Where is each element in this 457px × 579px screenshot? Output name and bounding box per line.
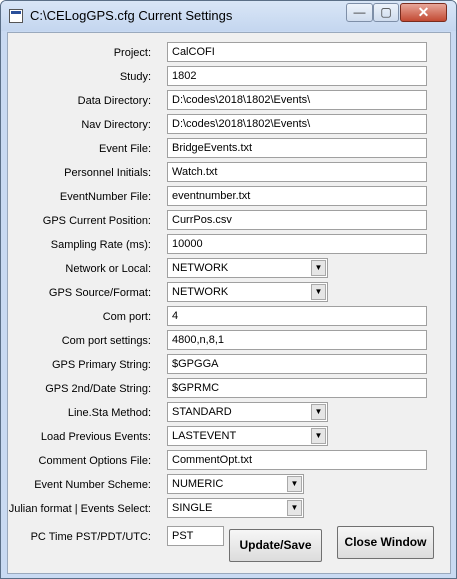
gps-2nd-date-string-field[interactable]: $GPRMC bbox=[167, 378, 427, 398]
load-previous-events-label: Load Previous Events: bbox=[40, 431, 151, 443]
settings-window: C:\CELogGPS.cfg Current Settings — ▢ ✕ P… bbox=[0, 0, 457, 579]
load-previous-events-select[interactable]: LASTEVENT ▼ bbox=[167, 426, 328, 446]
com-port-settings-field[interactable]: 4800,n,8,1 bbox=[167, 330, 427, 350]
line-sta-method-select[interactable]: STANDARD ▼ bbox=[167, 402, 328, 422]
chevron-down-icon[interactable]: ▼ bbox=[311, 428, 326, 444]
event-number-scheme-select[interactable]: NUMERIC ▼ bbox=[167, 474, 304, 494]
julian-events-select[interactable]: SINGLE ▼ bbox=[167, 498, 304, 518]
com-port-label: Com port: bbox=[102, 311, 151, 323]
chevron-down-icon[interactable]: ▼ bbox=[287, 500, 302, 516]
network-or-local-value: NETWORK bbox=[172, 262, 229, 274]
minimize-button[interactable]: — bbox=[346, 3, 373, 22]
gps-current-position-field[interactable]: CurrPos.csv bbox=[167, 210, 427, 230]
com-port-settings-label: Com port settings: bbox=[61, 335, 151, 347]
sampling-rate-field[interactable]: 10000 bbox=[167, 234, 427, 254]
julian-events-select-value: SINGLE bbox=[172, 502, 213, 514]
sampling-rate-label: Sampling Rate (ms): bbox=[50, 239, 151, 251]
event-file-label: Event File: bbox=[99, 143, 151, 155]
maximize-button[interactable]: ▢ bbox=[373, 3, 399, 22]
pc-time-field[interactable]: PST bbox=[167, 526, 224, 546]
gps-primary-string-field[interactable]: $GPGGA bbox=[167, 354, 427, 374]
julian-events-select-label: Julian format | Events Select: bbox=[8, 503, 151, 515]
line-sta-method-label: Line.Sta Method: bbox=[67, 407, 151, 419]
study-label: Study: bbox=[119, 71, 151, 83]
project-label: Project: bbox=[113, 47, 151, 59]
line-sta-method-value: STANDARD bbox=[172, 406, 232, 418]
personnel-initials-field[interactable]: Watch.txt bbox=[167, 162, 427, 182]
eventnumber-file-field[interactable]: eventnumber.txt bbox=[167, 186, 427, 206]
close-window-button[interactable]: Close Window bbox=[337, 526, 434, 559]
title-bar[interactable]: C:\CELogGPS.cfg Current Settings — ▢ ✕ bbox=[1, 1, 456, 31]
gps-2nd-date-string-label: GPS 2nd/Date String: bbox=[45, 383, 151, 395]
comment-options-file-field[interactable]: CommentOpt.txt bbox=[167, 450, 427, 470]
pc-time-label: PC Time PST/PDT/UTC: bbox=[30, 531, 151, 543]
data-directory-label: Data Directory: bbox=[77, 95, 151, 107]
nav-directory-label: Nav Directory: bbox=[81, 119, 151, 131]
nav-directory-field[interactable]: D:\codes\2018\1802\Events\ bbox=[167, 114, 427, 134]
comment-options-file-label: Comment Options File: bbox=[38, 455, 151, 467]
network-or-local-select[interactable]: NETWORK ▼ bbox=[167, 258, 328, 278]
window-title: C:\CELogGPS.cfg Current Settings bbox=[30, 8, 233, 23]
update-save-button[interactable]: Update/Save bbox=[229, 529, 322, 562]
gps-primary-string-label: GPS Primary String: bbox=[51, 359, 151, 371]
event-number-scheme-label: Event Number Scheme: bbox=[34, 479, 151, 491]
gps-source-format-select[interactable]: NETWORK ▼ bbox=[167, 282, 328, 302]
project-field[interactable]: CalCOFI bbox=[167, 42, 427, 62]
data-directory-field[interactable]: D:\codes\2018\1802\Events\ bbox=[167, 90, 427, 110]
chevron-down-icon[interactable]: ▼ bbox=[311, 284, 326, 300]
load-previous-events-value: LASTEVENT bbox=[172, 430, 237, 442]
chevron-down-icon[interactable]: ▼ bbox=[311, 404, 326, 420]
gps-current-position-label: GPS Current Position: bbox=[42, 215, 151, 227]
personnel-initials-label: Personnel Initials: bbox=[64, 167, 151, 179]
gps-source-format-value: NETWORK bbox=[172, 286, 229, 298]
com-port-field[interactable]: 4 bbox=[167, 306, 427, 326]
close-icon[interactable]: ✕ bbox=[400, 3, 447, 22]
chevron-down-icon[interactable]: ▼ bbox=[311, 260, 326, 276]
chevron-down-icon[interactable]: ▼ bbox=[287, 476, 302, 492]
settings-panel: Project: CalCOFI Study: 1802 Data Direct… bbox=[7, 32, 451, 574]
event-file-field[interactable]: BridgeEvents.txt bbox=[167, 138, 427, 158]
event-number-scheme-value: NUMERIC bbox=[172, 478, 224, 490]
study-field[interactable]: 1802 bbox=[167, 66, 427, 86]
network-or-local-label: Network or Local: bbox=[65, 263, 151, 275]
gps-source-format-label: GPS Source/Format: bbox=[48, 287, 151, 299]
window-icon bbox=[9, 9, 23, 23]
eventnumber-file-label: EventNumber File: bbox=[59, 191, 151, 203]
